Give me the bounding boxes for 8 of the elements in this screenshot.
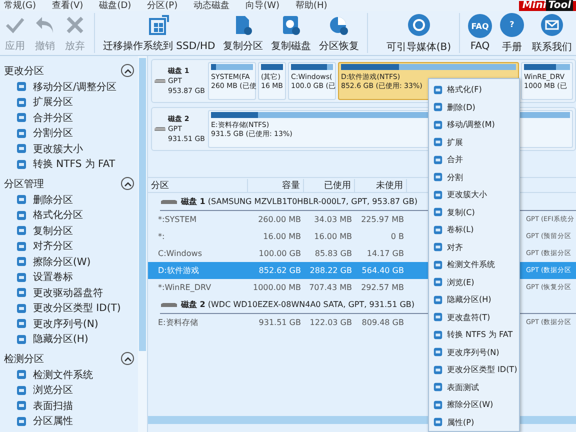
section-title: 检测分区	[4, 352, 44, 366]
logo: Mini Tool	[519, 1, 576, 11]
help-icon: FAQ	[468, 14, 492, 38]
help-icon: ?	[500, 12, 524, 36]
section-title: 更改分区	[4, 64, 44, 78]
disk-heading: 磁盘 2 (WDC WD10EZEX-08WN4A0 SATA, GPT, 931.51 GB)	[181, 299, 415, 310]
disk-heading: 磁盘 1 (SAMSUNG MZVLB1T0HBLR-000L7, GPT, 953.87 GB)	[181, 196, 418, 207]
section-title: 分区管理	[4, 178, 44, 190]
